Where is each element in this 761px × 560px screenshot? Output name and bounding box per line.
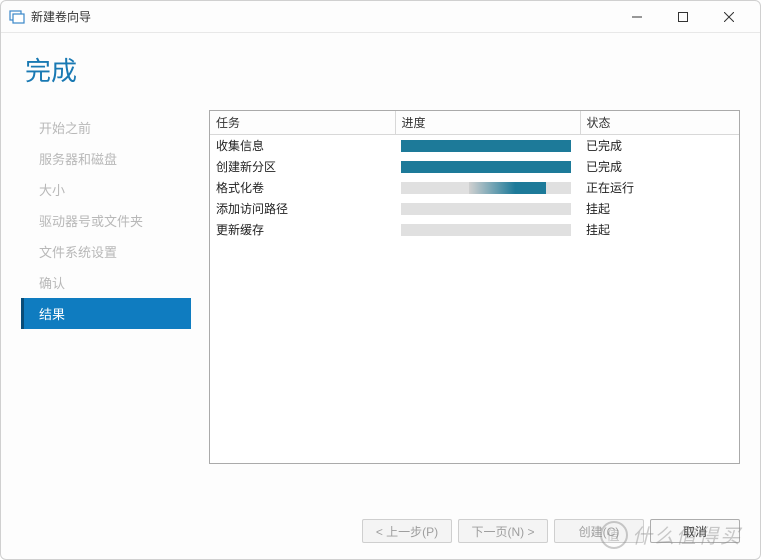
task-cell: 添加访问路径 <box>210 198 395 219</box>
dialog-window: 新建卷向导 完成 开始之前 服务器和磁盘 大小 驱动器号或文件夹 文件系统设置 … <box>0 0 761 560</box>
sidebar-item-before-begin[interactable]: 开始之前 <box>21 112 191 143</box>
progress-fill <box>401 140 571 152</box>
status-cell: 挂起 <box>580 198 739 219</box>
progress-fill <box>469 182 546 194</box>
sidebar-item-results[interactable]: 结果 <box>21 298 191 329</box>
progress-bar <box>401 161 571 173</box>
progress-bar <box>401 182 571 194</box>
sidebar-item-label: 结果 <box>39 307 65 322</box>
progress-cell <box>395 198 580 219</box>
previous-button[interactable]: < 上一步(P) <box>362 519 452 543</box>
sidebar-item-size[interactable]: 大小 <box>21 174 191 205</box>
create-button[interactable]: 创建(C) <box>554 519 644 543</box>
close-button[interactable] <box>706 2 752 32</box>
task-cell: 收集信息 <box>210 135 395 157</box>
main-panel: 任务 进度 状态 收集信息 已完成 <box>209 110 740 505</box>
column-header-progress[interactable]: 进度 <box>395 111 580 135</box>
progress-bar <box>401 224 571 236</box>
page-title: 完成 <box>25 51 740 88</box>
status-cell: 已完成 <box>580 156 739 177</box>
app-icon <box>9 9 25 25</box>
status-cell: 已完成 <box>580 135 739 157</box>
minimize-button[interactable] <box>614 2 660 32</box>
progress-cell <box>395 177 580 198</box>
progress-cell <box>395 156 580 177</box>
content-area: 完成 开始之前 服务器和磁盘 大小 驱动器号或文件夹 文件系统设置 确认 结果 … <box>1 33 760 505</box>
results-table: 任务 进度 状态 收集信息 已完成 <box>210 111 739 240</box>
titlebar: 新建卷向导 <box>1 1 760 33</box>
sidebar-item-label: 驱动器号或文件夹 <box>39 214 143 229</box>
table-row: 更新缓存 挂起 <box>210 219 739 240</box>
table-row: 收集信息 已完成 <box>210 135 739 157</box>
column-header-status[interactable]: 状态 <box>580 111 739 135</box>
progress-cell <box>395 135 580 157</box>
body: 开始之前 服务器和磁盘 大小 驱动器号或文件夹 文件系统设置 确认 结果 任务 … <box>21 110 740 505</box>
maximize-button[interactable] <box>660 2 706 32</box>
progress-bar <box>401 140 571 152</box>
results-table-container: 任务 进度 状态 收集信息 已完成 <box>209 110 740 464</box>
status-cell: 挂起 <box>580 219 739 240</box>
progress-fill <box>401 161 571 173</box>
wizard-sidebar: 开始之前 服务器和磁盘 大小 驱动器号或文件夹 文件系统设置 确认 结果 <box>21 110 191 505</box>
sidebar-item-server-disk[interactable]: 服务器和磁盘 <box>21 143 191 174</box>
sidebar-item-confirm[interactable]: 确认 <box>21 267 191 298</box>
sidebar-item-label: 服务器和磁盘 <box>39 152 117 167</box>
progress-cell <box>395 219 580 240</box>
sidebar-item-label: 开始之前 <box>39 121 91 136</box>
sidebar-item-label: 确认 <box>39 276 65 291</box>
table-row: 创建新分区 已完成 <box>210 156 739 177</box>
task-cell: 更新缓存 <box>210 219 395 240</box>
table-row: 格式化卷 正在运行 <box>210 177 739 198</box>
footer: < 上一步(P) 下一页(N) > 创建(C) 取消 <box>1 505 760 559</box>
cancel-button[interactable]: 取消 <box>650 519 740 543</box>
task-cell: 格式化卷 <box>210 177 395 198</box>
column-header-task[interactable]: 任务 <box>210 111 395 135</box>
next-button[interactable]: 下一页(N) > <box>458 519 548 543</box>
status-cell: 正在运行 <box>580 177 739 198</box>
window-title: 新建卷向导 <box>31 8 91 25</box>
sidebar-item-drive-letter[interactable]: 驱动器号或文件夹 <box>21 205 191 236</box>
sidebar-item-label: 文件系统设置 <box>39 245 117 260</box>
sidebar-item-filesystem[interactable]: 文件系统设置 <box>21 236 191 267</box>
window-controls <box>614 2 752 32</box>
table-row: 添加访问路径 挂起 <box>210 198 739 219</box>
progress-bar <box>401 203 571 215</box>
task-cell: 创建新分区 <box>210 156 395 177</box>
sidebar-item-label: 大小 <box>39 183 65 198</box>
